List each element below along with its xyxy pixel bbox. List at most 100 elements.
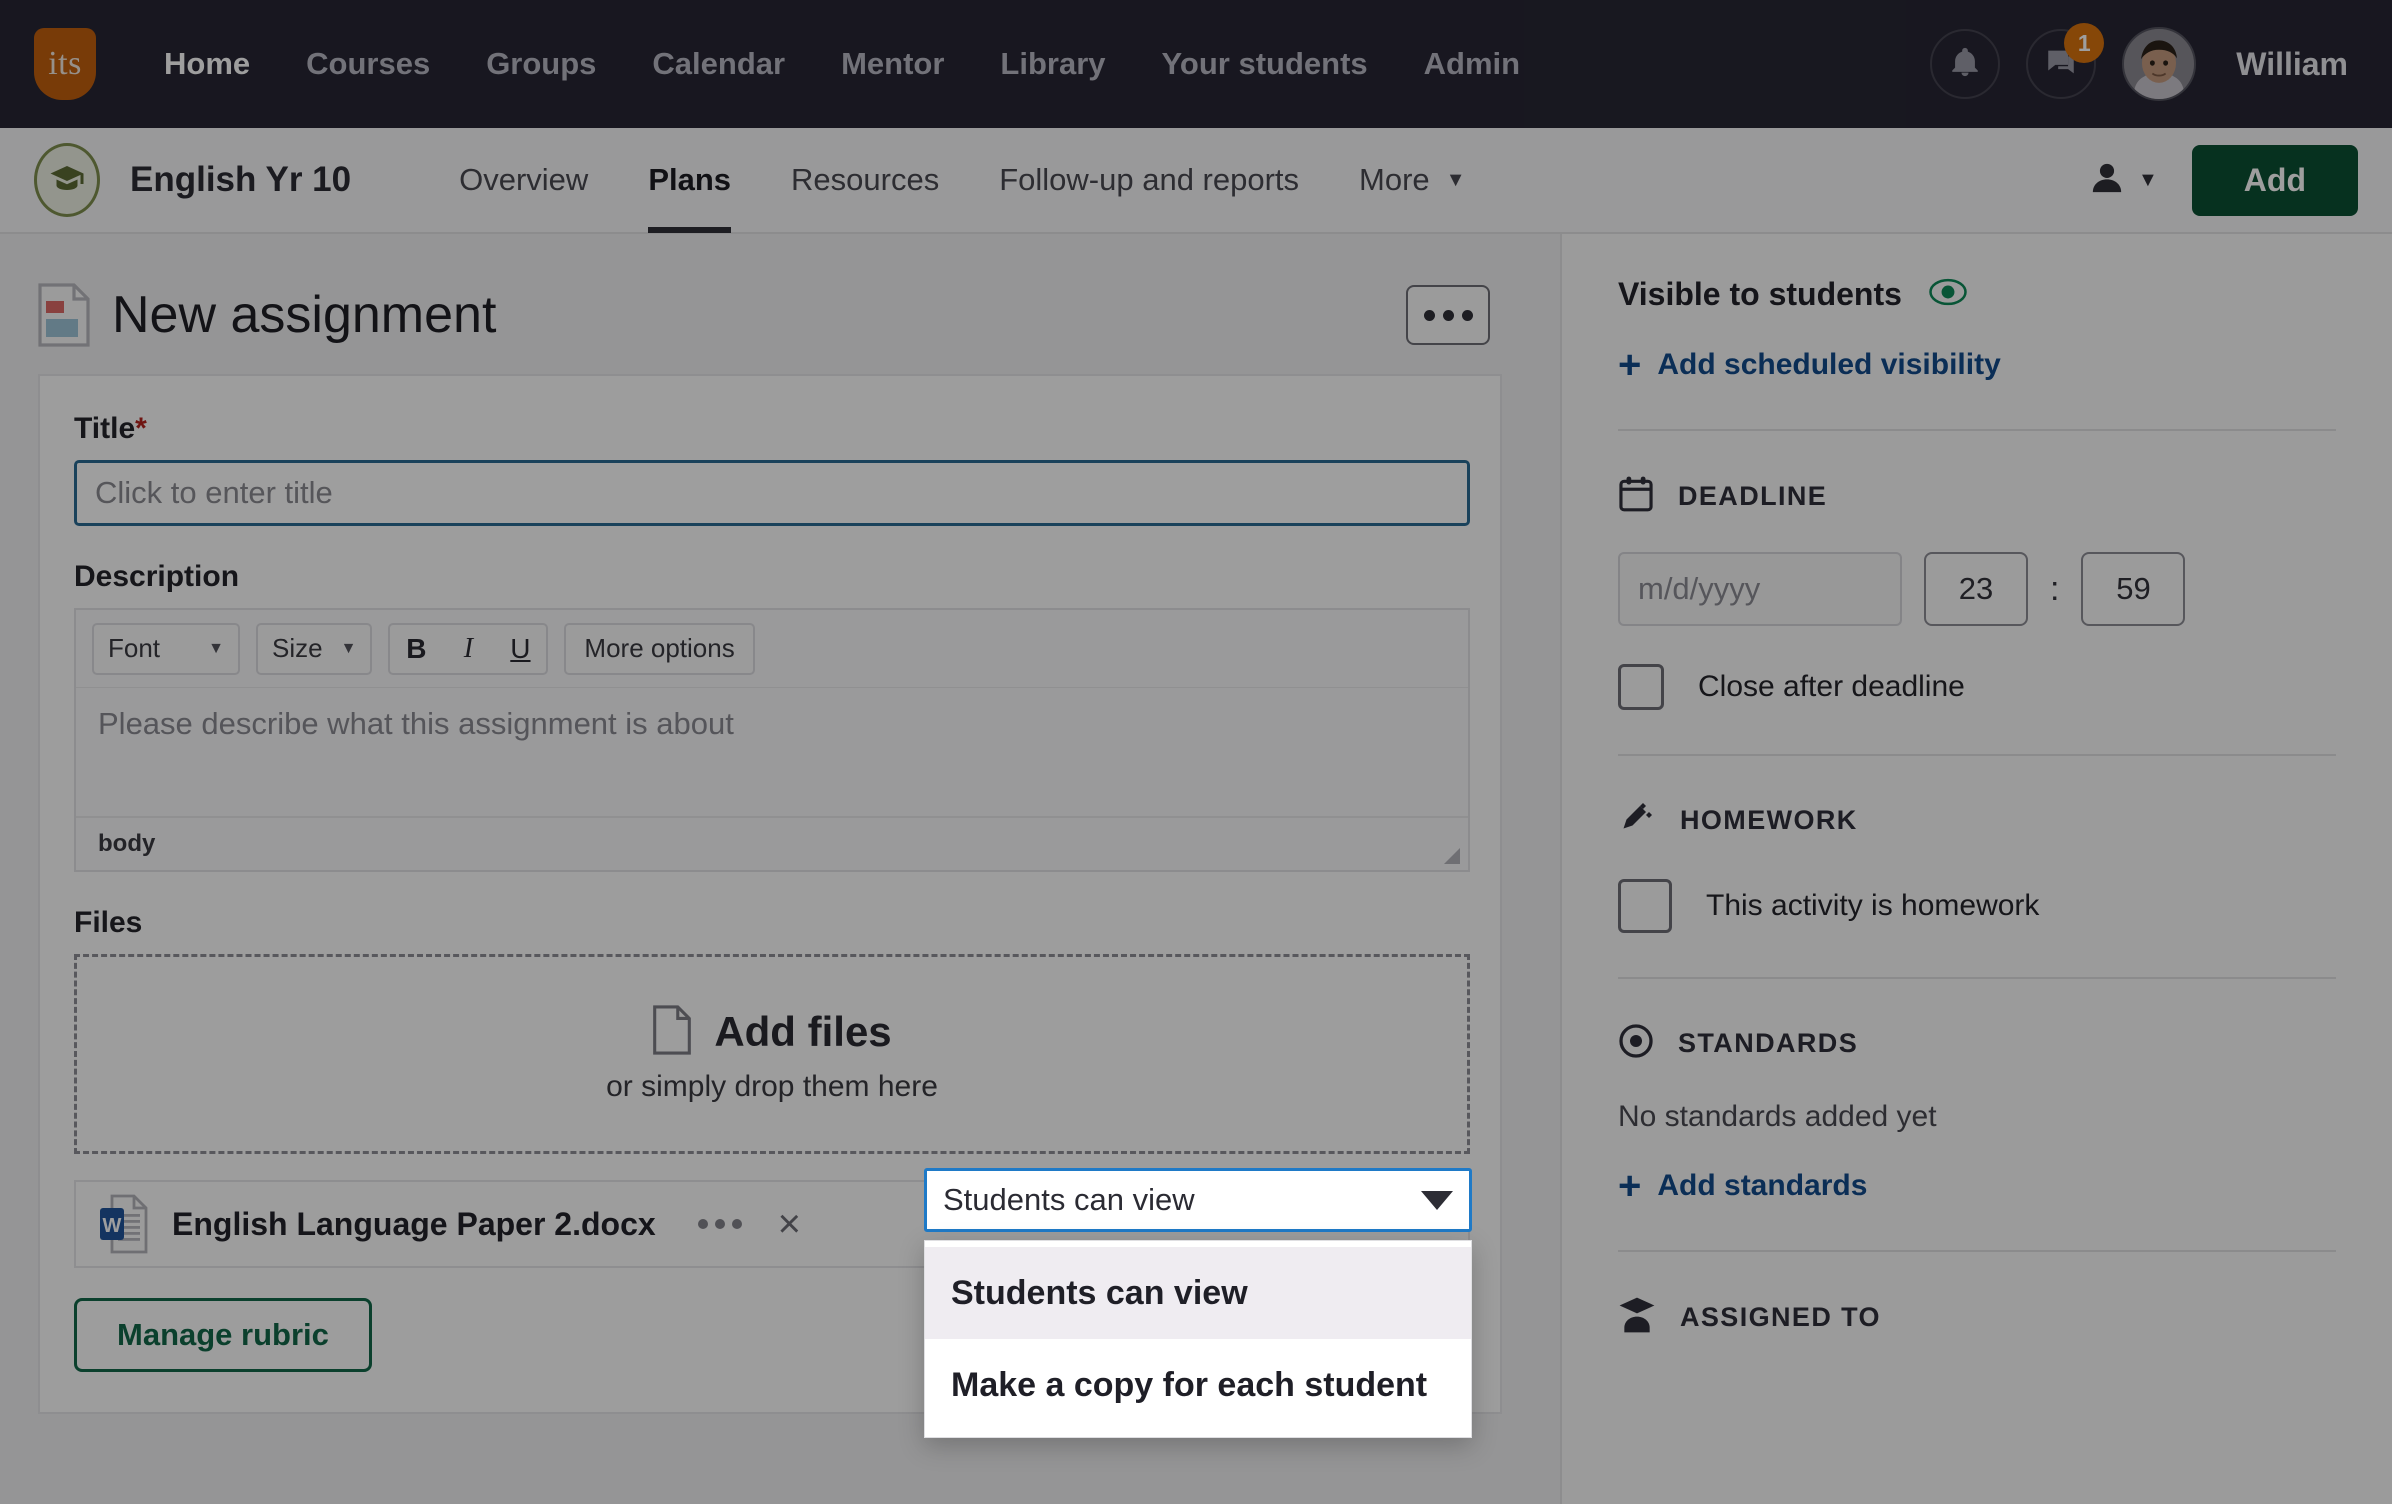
target-icon bbox=[1618, 1023, 1654, 1064]
deadline-header: DEADLINE bbox=[1618, 475, 2336, 518]
nav-item-admin[interactable]: Admin bbox=[1396, 46, 1548, 82]
tab-follow-up-and-reports[interactable]: Follow-up and reports bbox=[969, 127, 1329, 233]
tab-overview-label: Overview bbox=[459, 162, 588, 198]
description-editor: Font ▼ Size ▼ B I U More options bbox=[74, 608, 1470, 872]
nav-item-library[interactable]: Library bbox=[972, 46, 1133, 82]
italic-button[interactable]: I bbox=[442, 625, 494, 673]
graduate-icon bbox=[1618, 1296, 1656, 1339]
username-label[interactable]: William bbox=[2236, 46, 2348, 83]
option-students-can-view[interactable]: Students can view bbox=[925, 1247, 1471, 1339]
top-navigation-bar: its Home Courses Groups Calendar Mentor … bbox=[0, 0, 2392, 128]
page-header: New assignment bbox=[38, 272, 1560, 358]
svg-text:W: W bbox=[103, 1215, 122, 1237]
file-permission-select[interactable]: Students can view bbox=[924, 1168, 1472, 1232]
kebab-dot bbox=[715, 1219, 725, 1229]
nav-item-home[interactable]: Home bbox=[136, 46, 278, 82]
person-icon bbox=[2090, 160, 2124, 201]
close-after-deadline-checkbox[interactable] bbox=[1618, 664, 1664, 710]
editor-element-path: body bbox=[98, 830, 155, 858]
title-label-text: Title bbox=[74, 412, 135, 445]
nav-item-calendar[interactable]: Calendar bbox=[624, 46, 813, 82]
remove-file-button[interactable]: × bbox=[778, 1204, 801, 1244]
nav-item-mentor[interactable]: Mentor bbox=[813, 46, 972, 82]
file-name-label: English Language Paper 2.docx bbox=[172, 1206, 656, 1243]
course-tabs: Overview Plans Resources Follow-up and r… bbox=[429, 127, 1495, 233]
tab-plans-label: Plans bbox=[648, 162, 731, 198]
close-after-deadline-row: Close after deadline bbox=[1618, 664, 2336, 710]
standards-title: STANDARDS bbox=[1678, 1028, 1858, 1059]
global-nav-links: Home Courses Groups Calendar Mentor Libr… bbox=[136, 46, 1548, 82]
bold-button[interactable]: B bbox=[390, 625, 442, 673]
assigned-to-header: ASSIGNED TO bbox=[1618, 1296, 2336, 1339]
close-after-deadline-label: Close after deadline bbox=[1698, 670, 1965, 704]
homework-header: HOMEWORK bbox=[1618, 800, 2336, 841]
file-icon bbox=[652, 1005, 692, 1060]
course-nav-actions: ▼ Add bbox=[2090, 145, 2358, 216]
deadline-minute-input[interactable] bbox=[2081, 552, 2185, 626]
deadline-hour-input[interactable] bbox=[1924, 552, 2028, 626]
word-document-icon: W bbox=[98, 1194, 148, 1254]
underline-button[interactable]: U bbox=[494, 625, 546, 673]
visibility-header: Visible to students bbox=[1618, 276, 2336, 313]
top-nav-actions: 1 William bbox=[1930, 27, 2358, 101]
required-asterisk: * bbox=[135, 412, 147, 445]
homework-section: HOMEWORK This activity is homework bbox=[1618, 756, 2336, 933]
resize-handle[interactable] bbox=[1444, 848, 1460, 864]
file-dropzone[interactable]: Add files or simply drop them here bbox=[74, 954, 1470, 1154]
document-icon bbox=[38, 283, 90, 347]
editor-toolbar: Font ▼ Size ▼ B I U More options bbox=[76, 610, 1468, 688]
standards-empty-text: No standards added yet bbox=[1618, 1100, 2336, 1134]
title-input[interactable] bbox=[74, 460, 1470, 526]
assigned-to-title: ASSIGNED TO bbox=[1680, 1302, 1881, 1333]
tab-more[interactable]: More ▼ bbox=[1329, 127, 1495, 233]
plus-icon: + bbox=[1618, 345, 1641, 385]
tab-overview[interactable]: Overview bbox=[429, 127, 618, 233]
tab-more-label: More bbox=[1359, 162, 1430, 198]
description-textarea[interactable]: Please describe what this assignment is … bbox=[76, 688, 1468, 816]
size-select[interactable]: Size ▼ bbox=[256, 623, 372, 675]
page-title: New assignment bbox=[112, 285, 496, 345]
more-options-button[interactable]: More options bbox=[564, 623, 754, 675]
assignment-settings-sidebar: Visible to students + Add scheduled visi… bbox=[1560, 234, 2392, 1504]
nav-item-groups[interactable]: Groups bbox=[458, 46, 624, 82]
is-homework-checkbox[interactable] bbox=[1618, 879, 1672, 933]
page-more-menu-button[interactable] bbox=[1406, 285, 1490, 345]
font-select[interactable]: Font ▼ bbox=[92, 623, 240, 675]
text-style-group: B I U bbox=[388, 623, 548, 675]
tab-follow-up-label: Follow-up and reports bbox=[999, 162, 1299, 198]
avatar[interactable] bbox=[2122, 27, 2196, 101]
manage-rubric-button[interactable]: Manage rubric bbox=[74, 1298, 372, 1372]
deadline-title: DEADLINE bbox=[1678, 481, 1827, 512]
calendar-icon bbox=[1618, 475, 1654, 518]
kebab-dot bbox=[1462, 310, 1473, 321]
eye-icon[interactable] bbox=[1928, 278, 1968, 311]
add-standards-link[interactable]: + Add standards bbox=[1618, 1166, 2336, 1206]
messages-button[interactable]: 1 bbox=[2026, 29, 2096, 99]
file-permission-options-menu: Students can view Make a copy for each s… bbox=[924, 1240, 1472, 1438]
deadline-inputs: : bbox=[1618, 552, 2336, 626]
notifications-button[interactable] bbox=[1930, 29, 2000, 99]
add-scheduled-visibility-link[interactable]: + Add scheduled visibility bbox=[1618, 345, 2336, 385]
nav-item-your-students[interactable]: Your students bbox=[1134, 46, 1396, 82]
plus-icon: + bbox=[1618, 1166, 1641, 1206]
assigned-to-section: ASSIGNED TO bbox=[1618, 1252, 2336, 1339]
person-filter-menu[interactable]: ▼ bbox=[2090, 160, 2158, 201]
add-button[interactable]: Add bbox=[2192, 145, 2358, 216]
kebab-dot bbox=[732, 1219, 742, 1229]
size-select-label: Size bbox=[272, 633, 323, 664]
tab-plans[interactable]: Plans bbox=[618, 127, 761, 233]
tab-resources[interactable]: Resources bbox=[761, 127, 969, 233]
its-logo[interactable]: its bbox=[34, 28, 96, 100]
homework-icon bbox=[1618, 800, 1656, 841]
file-more-menu-button[interactable] bbox=[698, 1219, 742, 1229]
option-make-a-copy-for-each-student[interactable]: Make a copy for each student bbox=[925, 1339, 1471, 1431]
bell-icon bbox=[1948, 44, 1982, 85]
homework-title: HOMEWORK bbox=[1680, 805, 1858, 836]
file-permission-selected-value: Students can view bbox=[943, 1182, 1195, 1218]
nav-item-courses[interactable]: Courses bbox=[278, 46, 458, 82]
file-permission-dropdown: Students can view Students can view Make… bbox=[924, 1168, 1472, 1438]
is-homework-label: This activity is homework bbox=[1706, 889, 2039, 923]
description-field-label: Description bbox=[74, 560, 1466, 594]
add-scheduled-visibility-label: Add scheduled visibility bbox=[1657, 348, 2000, 382]
deadline-date-input[interactable] bbox=[1618, 552, 1902, 626]
